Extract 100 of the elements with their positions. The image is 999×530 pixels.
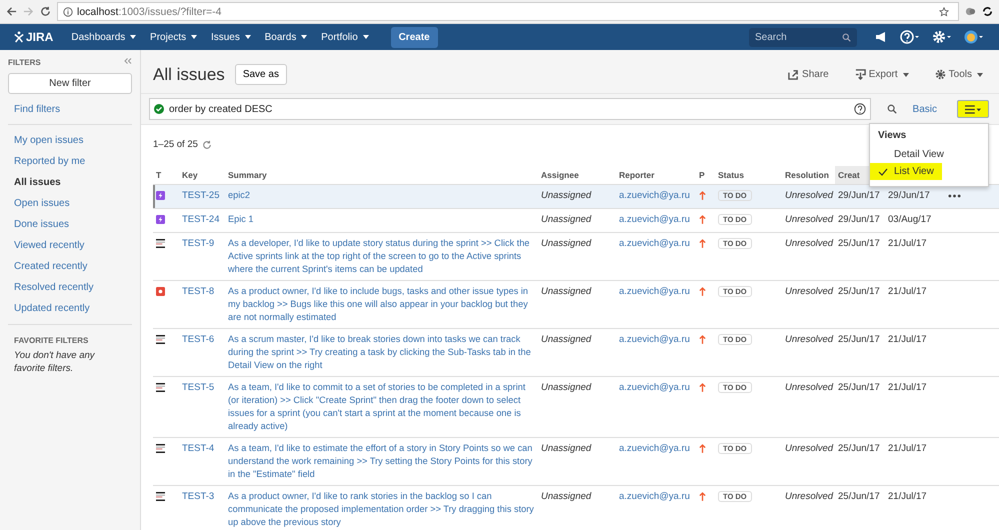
- basic-link[interactable]: Basic: [912, 104, 937, 114]
- issue-key-link[interactable]: TEST-6: [182, 333, 222, 346]
- save-as-button[interactable]: Save as: [234, 64, 287, 85]
- nav-menu[interactable]: Issues: [204, 32, 257, 42]
- created-date: 25/Jun/17: [838, 491, 880, 502]
- help-icon[interactable]: [900, 30, 920, 44]
- column-header[interactable]: Resolution: [785, 170, 829, 180]
- reporter-link[interactable]: a.zuevich@ya.ru: [619, 442, 693, 455]
- priority-arrow-icon: [699, 492, 706, 501]
- date-text: 21/Jul/17: [888, 238, 927, 249]
- assignee-text: Unassigned: [541, 491, 592, 502]
- view-option[interactable]: List View: [870, 163, 942, 180]
- more-actions-icon[interactable]: [948, 194, 961, 198]
- jira-logo[interactable]: JIRA: [14, 30, 54, 44]
- issue-key-link[interactable]: TEST-9: [182, 237, 222, 250]
- issue-summary-link[interactable]: As a scrum master, I'd like to break stories down into tasks we can track during the sprint >> Try creating a task by clicking the Sub-Tasks tab in the Detail View on the right: [228, 333, 535, 372]
- filter-item[interactable]: Done issues: [8, 214, 132, 235]
- result-count: 1–25 of 25: [153, 139, 198, 150]
- column-header[interactable]: Key: [182, 170, 198, 180]
- reporter-link[interactable]: a.zuevich@ya.ru: [619, 213, 693, 226]
- assignee-text: Unassigned: [541, 190, 592, 201]
- issue-summary-link[interactable]: As a product owner, I'd like to rank stories in the backlog so I can communicate the proposed implementation order >> Try dragging this story up above the previous story: [228, 490, 535, 529]
- filter-item[interactable]: Reported by me: [8, 151, 132, 172]
- issue-summary-link[interactable]: As a developer, I'd like to update story status during the sprint >> Click the Active sprints link at the top right of the screen to go to the Active sprints where the current Sprint's items can be updated: [228, 237, 535, 276]
- favorites-empty-text: You don't have any favorite filters.: [13, 349, 96, 375]
- issue-key-link[interactable]: TEST-3: [182, 490, 222, 503]
- filter-item[interactable]: My open issues: [8, 130, 132, 151]
- column-header[interactable]: T: [156, 170, 162, 180]
- nav-menu[interactable]: Projects: [144, 32, 203, 42]
- date-text: 29/Jun/17: [888, 190, 930, 201]
- action-button[interactable]: Tools: [928, 68, 989, 81]
- megaphone-icon[interactable]: [874, 30, 888, 44]
- resolution-text: Unresolved: [785, 491, 834, 502]
- search-icon[interactable]: [886, 104, 897, 114]
- view-option[interactable]: Detail View: [870, 146, 952, 163]
- nav-menu[interactable]: Portfolio: [315, 32, 375, 42]
- action-button[interactable]: Export: [848, 68, 915, 81]
- column-header[interactable]: Summary: [228, 170, 267, 180]
- issue-type-icon: [156, 444, 165, 453]
- new-filter-button[interactable]: New filter: [8, 73, 132, 94]
- created-date: 25/Jun/17: [838, 382, 880, 393]
- reporter-link[interactable]: a.zuevich@ya.ru: [619, 285, 693, 298]
- avatar-icon[interactable]: [964, 30, 984, 44]
- filter-item[interactable]: Created recently: [8, 256, 132, 277]
- reporter-link[interactable]: a.zuevich@ya.ru: [619, 237, 693, 250]
- reporter-link[interactable]: a.zuevich@ya.ru: [619, 333, 693, 346]
- resolution-text: Unresolved: [785, 214, 834, 225]
- reporter-link[interactable]: a.zuevich@ya.ru: [619, 381, 693, 394]
- assignee-text: Unassigned: [541, 238, 592, 249]
- filter-item[interactable]: Open issues: [8, 193, 132, 214]
- issue-key-link[interactable]: TEST-5: [182, 381, 222, 394]
- issue-type-icon: [156, 191, 165, 200]
- sync-icon[interactable]: [982, 6, 993, 17]
- caret-icon: [977, 72, 983, 76]
- issue-type-icon: [156, 383, 165, 392]
- refresh-icon[interactable]: [202, 140, 212, 150]
- address-bar[interactable]: localhost:1003/issues/?filter=-4: [57, 2, 959, 21]
- resolution-text: Unresolved: [785, 190, 834, 201]
- query-field[interactable]: order by created DESC: [149, 98, 871, 120]
- filter-item[interactable]: All issues: [8, 172, 132, 193]
- assignee-text: Unassigned: [541, 443, 592, 454]
- nav-menu[interactable]: Boards: [258, 32, 314, 42]
- nav-menu[interactable]: Dashboards: [65, 32, 142, 42]
- reporter-link[interactable]: a.zuevich@ya.ru: [619, 490, 693, 503]
- extension-icon[interactable]: [965, 6, 976, 17]
- caret-icon: [301, 34, 308, 39]
- favorites-heading: FAVORITE FILTERS: [13, 335, 90, 347]
- resolution-text: Unresolved: [785, 443, 834, 454]
- assignee-text: Unassigned: [541, 334, 592, 345]
- caret-icon: [190, 34, 197, 39]
- info-icon[interactable]: [63, 6, 73, 16]
- view-menu-button[interactable]: [957, 100, 989, 118]
- create-button[interactable]: Create: [390, 26, 438, 48]
- issue-key-link[interactable]: TEST-8: [182, 285, 222, 298]
- column-header[interactable]: P: [699, 170, 705, 180]
- action-button[interactable]: Share: [782, 68, 835, 81]
- issue-summary-link[interactable]: As a product owner, I'd like to include bugs, tasks and other issue types in my backlog >> Bugs like this one will also appear in your backlog but they are not normally estimated: [228, 285, 535, 324]
- filter-item[interactable]: Resolved recently: [8, 277, 132, 298]
- valid-check-icon: [154, 104, 164, 114]
- filter-item[interactable]: Viewed recently: [8, 235, 132, 256]
- issue-summary-link[interactable]: Epic 1: [228, 213, 535, 226]
- issue-summary-link[interactable]: As a team, I'd like to estimate the effort of a story in Story Points so we can understand the work remaining >> Try setting the Story Points for this story in the "Estimate" field: [228, 442, 535, 481]
- back-icon[interactable]: [6, 6, 17, 17]
- help-icon[interactable]: [854, 103, 866, 115]
- star-icon[interactable]: [939, 6, 949, 16]
- resolution-text: Unresolved: [785, 238, 834, 249]
- issue-type-icon: [156, 335, 165, 344]
- column-header[interactable]: Assignee: [541, 170, 579, 180]
- reload-icon[interactable]: [40, 6, 51, 17]
- column-header[interactable]: Reporter: [619, 170, 654, 180]
- settings-icon[interactable]: [932, 30, 952, 44]
- filter-item[interactable]: Updated recently: [8, 298, 132, 319]
- find-filters-link[interactable]: Find filters: [8, 100, 132, 119]
- issue-key-link[interactable]: TEST-24: [182, 213, 222, 226]
- issue-key-link[interactable]: TEST-4: [182, 442, 222, 455]
- issue-summary-link[interactable]: As a team, I'd like to commit to a set of stories to be completed in a sprint (or iteration) >> Click "Create Sprint" then drag the footer down to select issues for a sprint (you can't start a sprint at the moment because one is already active): [228, 381, 535, 433]
- search-field[interactable]: Search: [749, 28, 857, 46]
- collapse-icon[interactable]: [124, 58, 132, 64]
- column-header[interactable]: Status: [718, 170, 744, 180]
- caret-icon: [902, 72, 909, 76]
